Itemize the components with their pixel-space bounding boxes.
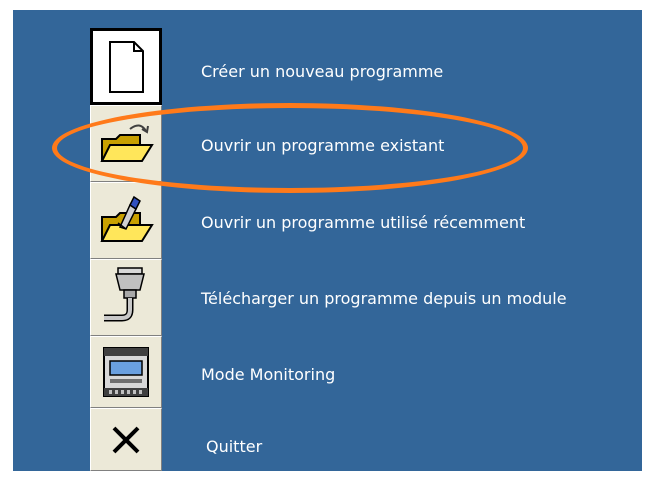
close-icon (112, 426, 140, 453)
open-recent-program-label[interactable]: Ouvrir un programme utilisé récemment (201, 213, 525, 233)
start-menu-window: Créer un nouveau programme Ouvrir un pro… (0, 0, 653, 482)
new-program-label[interactable]: Créer un nouveau programme (201, 62, 443, 82)
download-program-label[interactable]: Télécharger un programme depuis un modul… (201, 289, 567, 309)
serial-cable-icon (104, 266, 145, 321)
new-program-button[interactable] (90, 28, 162, 105)
quit-button[interactable] (90, 408, 162, 471)
open-recent-program-button[interactable] (90, 182, 162, 259)
monitoring-mode-label[interactable]: Mode Monitoring (201, 365, 335, 385)
open-program-label[interactable]: Ouvrir un programme existant (201, 136, 444, 156)
download-program-button[interactable] (90, 259, 162, 336)
open-recent-folder-icon (100, 195, 154, 242)
open-folder-icon (100, 124, 154, 162)
monitoring-mode-button[interactable] (90, 336, 162, 408)
quit-label[interactable]: Quitter (206, 437, 262, 457)
monitoring-module-icon (103, 347, 149, 397)
new-document-icon (109, 40, 144, 93)
open-program-button[interactable] (90, 105, 162, 182)
